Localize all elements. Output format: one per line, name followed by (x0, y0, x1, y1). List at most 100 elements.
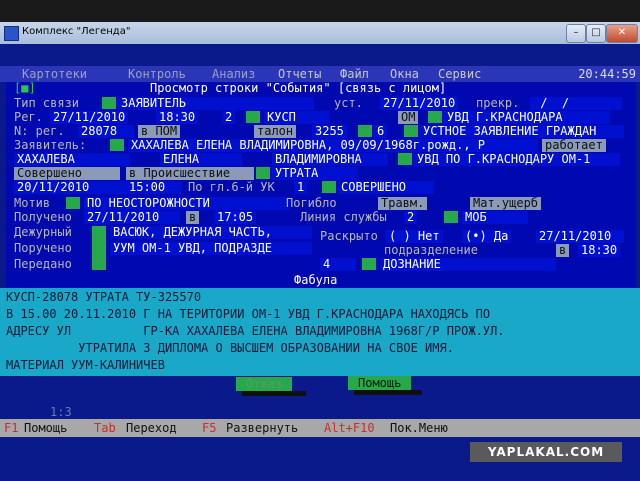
zayav-field[interactable]: ХАХАЛЕВА ЕЛЕНА ВЛАДИМИРОВНА, 09/09/1968г… (128, 139, 538, 152)
field-marker (66, 197, 80, 209)
field-marker (444, 211, 458, 223)
label-porucheno: Поручено (14, 241, 72, 255)
om-field[interactable]: ОМ (398, 111, 419, 124)
radio-da[interactable]: (•) Да (462, 230, 512, 243)
v-label: в (186, 211, 200, 224)
tip-field[interactable]: ЗАЯВИТЕЛЬ (118, 97, 314, 110)
pager: 1:3 (50, 405, 72, 419)
field-marker (102, 97, 116, 109)
travm-label: Травм. (378, 197, 428, 210)
status-key: Alt+F10 (324, 421, 375, 435)
nreg-field[interactable]: 28078 (78, 125, 134, 138)
window-titlebar[interactable]: Комплекс "Легенда" – □ ✕ (0, 22, 640, 44)
poruch-field[interactable]: УУМ ОМ-1 УВД, ПОДРАЗДЕ (110, 242, 312, 255)
imya-field[interactable]: ЕЛЕНА (160, 153, 242, 166)
rask-date-field[interactable]: 27/11/2010 (536, 230, 624, 243)
status-bar: F1 Помощь Tab Переход F5 Развернуть Alt+… (0, 419, 640, 437)
utrata-field[interactable]: УТРАТА (272, 167, 358, 180)
pol-time-field[interactable]: 17:05 (214, 211, 257, 224)
dezhur-field[interactable]: ВАСЮК, ДЕЖУРНАЯ ЧАСТЬ, (110, 226, 312, 239)
label-podrazd: подразделение (384, 243, 478, 257)
label-zayav: Заявитель: (14, 138, 87, 152)
status-label[interactable]: Развернуть (226, 419, 298, 437)
status-key: F1 (4, 421, 19, 435)
dialog-close-marker[interactable]: [■] (14, 82, 36, 95)
status-label[interactable]: Пок.Меню (390, 419, 448, 437)
status-key: F5 (202, 421, 217, 435)
fabula-line: КУСП-28078 УТРАТА ТУ-325570 (6, 290, 202, 304)
vpom-label: в ПОМ (138, 125, 181, 138)
label-ust: уст. (334, 96, 363, 110)
field-marker (358, 125, 372, 137)
status-label[interactable]: Переход (126, 419, 177, 437)
fabula-line: МАТЕРИАЛ УУМ-КАЛИНИЧЕВ (6, 358, 165, 372)
help-button[interactable]: Помощь (348, 376, 412, 390)
otchestvo-field[interactable]: ВЛАДИМИРОВНА (272, 153, 388, 166)
label-tip: Тип связи (14, 96, 80, 110)
label-reg: Рег. (14, 110, 43, 124)
console-top (0, 44, 640, 66)
ust-date-field[interactable]: 27/11/2010 (380, 97, 459, 110)
label-dezhur: Дежурный (14, 225, 72, 239)
talon-field[interactable]: 3255 (312, 125, 347, 138)
gl6-field[interactable]: 1 (294, 181, 308, 194)
maximize-button[interactable]: □ (586, 24, 606, 43)
label-liniya: Линия службы (300, 210, 387, 224)
doznanie-field[interactable]: ДОЗНАНИЕ (380, 258, 556, 271)
sov-date-field[interactable]: 20/11/2010 (14, 181, 130, 194)
menu-item-servis[interactable]: Сервис (438, 66, 481, 82)
field-marker (362, 258, 376, 270)
kusp-field[interactable]: КУСП (264, 111, 330, 124)
podr-time-field[interactable]: 18:30 (578, 244, 621, 257)
ustnoe-field[interactable]: УСТНОЕ ЗАЯВЛЕНИЕ ГРАЖДАН (420, 125, 624, 138)
sovershen-label: Совершено (14, 167, 120, 180)
field-marker (398, 153, 412, 165)
radio-net[interactable]: ( ) Нет (386, 230, 443, 243)
label-peredano: Передано (14, 257, 72, 271)
menu-item-kontrol[interactable]: Контроль (128, 66, 186, 82)
liniya-num-field[interactable]: 2 (404, 211, 418, 224)
field-marker (428, 111, 442, 123)
matusher-label: Мат.ущерб (470, 197, 542, 210)
clock: 20:44:59 (578, 67, 636, 81)
fabula-line: УТРАТИЛА 3 ДИПЛОМА О ВЫСШЕМ ОБРАЗОВАНИИ … (6, 341, 454, 355)
podr-num-field[interactable]: 4 (320, 258, 356, 271)
field-marker (322, 181, 336, 193)
reg-num-field[interactable]: 2 (222, 111, 236, 124)
familiya-field[interactable]: ХАХАЛЕВА (14, 153, 130, 166)
menu-item-kartoteki[interactable]: Картотеки (22, 66, 87, 82)
podr-v-label: в (556, 244, 570, 257)
menu-bar: Картотеки Контроль Анализ Отчеты Файл Ок… (0, 66, 640, 82)
label-gl6: По гл.6-й УК (188, 180, 275, 194)
status-label[interactable]: Помощь (24, 419, 67, 437)
reg-date-field[interactable]: 27/11/2010 (50, 111, 129, 124)
minimize-button[interactable]: – (566, 24, 586, 43)
reg-time-field[interactable]: 18:30 (156, 111, 199, 124)
sovershen-field[interactable]: СОВЕРШЕНО (338, 181, 434, 194)
menu-item-analiz[interactable]: Анализ (212, 66, 255, 82)
field-marker (256, 167, 270, 179)
field-marker (404, 125, 418, 137)
uvd-field[interactable]: УВД Г.КРАСНОДАРА (444, 111, 610, 124)
menu-item-otchety[interactable]: Отчеты (278, 66, 321, 82)
menu-item-fail[interactable]: Файл (340, 66, 369, 82)
watermark-logo: YAPLAKAL.COM (470, 442, 622, 462)
label-raskryto: Раскрыто (320, 229, 378, 243)
otkaz-button[interactable]: Отказ (236, 377, 293, 391)
vproish-label: в Происшествие (126, 167, 254, 180)
mob-field[interactable]: МОБ (462, 211, 528, 224)
fabula-line: АДРЕСУ УЛ ГР-КА ХАХАЛЕВА ЕЛЕНА ВЛАДИМИРО… (6, 324, 505, 338)
uvd2-field[interactable]: УВД ПО Г.КРАСНОДАРУ ОМ-1 (414, 153, 620, 166)
menu-item-okna[interactable]: Окна (390, 66, 419, 82)
button-shadow (242, 391, 306, 396)
label-prekr: прекр. (476, 96, 520, 110)
close-button[interactable]: ✕ (606, 24, 638, 43)
status-key: Tab (94, 421, 116, 435)
label-nreg: N: рег. (14, 124, 65, 138)
talon-label: талон (254, 125, 297, 138)
prekr-field[interactable]: / / (530, 97, 622, 110)
talon-num-field[interactable]: 6 (374, 125, 388, 138)
pol-date-field[interactable]: 27/11/2010 (84, 211, 180, 224)
motiv-field[interactable]: ПО НЕОСТОРОЖНОСТИ (84, 197, 290, 210)
sov-time-field[interactable]: 15:00 (126, 181, 182, 194)
